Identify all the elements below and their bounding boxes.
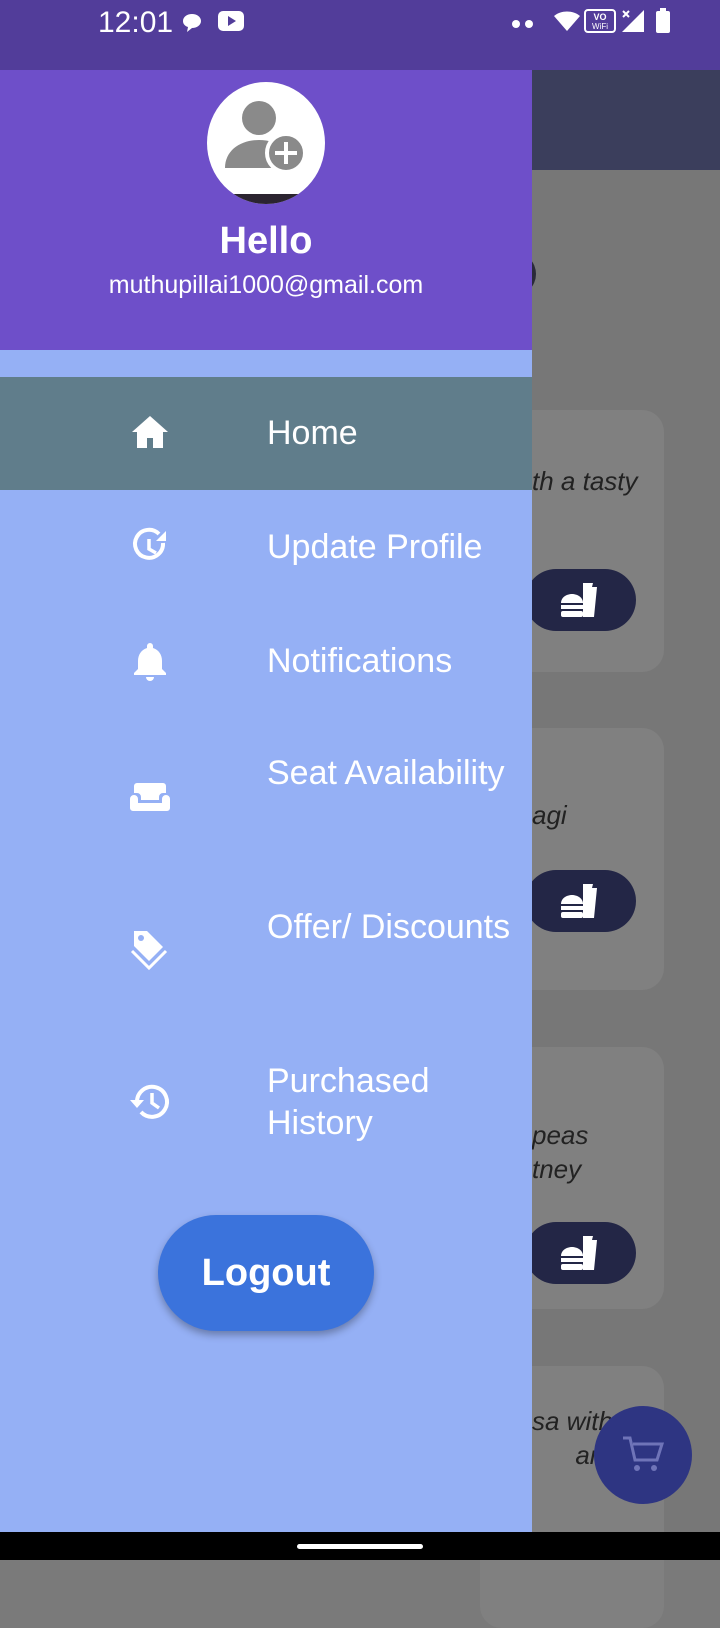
- home-handle[interactable]: [297, 1544, 423, 1549]
- signal-icon: [620, 9, 646, 38]
- svg-text:VO: VO: [593, 12, 606, 22]
- background-card-text: peas tney: [532, 1120, 589, 1184]
- menu-item-label: Seat Availability: [267, 754, 505, 792]
- add-food-button[interactable]: [525, 569, 636, 631]
- vowifi-icon: VO WiFi: [584, 9, 616, 38]
- avatar[interactable]: [207, 82, 325, 204]
- navigation-drawer: Hello muthupillai1000@gmail.com Home Upd…: [0, 70, 532, 1532]
- youtube-icon: [217, 10, 245, 37]
- menu-item-offers[interactable]: Offer/ Discounts: [0, 872, 532, 1026]
- logout-button[interactable]: Logout: [158, 1215, 374, 1331]
- menu-item-label: Update Profile: [267, 528, 483, 566]
- user-email: muthupillai1000@gmail.com: [108, 271, 424, 299]
- battery-icon: [655, 8, 671, 39]
- wifi-icon: [553, 9, 581, 38]
- menu-item-label: Notifications: [267, 642, 453, 680]
- dots-icon: [511, 16, 535, 34]
- update-icon: [133, 527, 166, 560]
- background-card-text: th a tasty: [532, 466, 638, 496]
- status-bar: 12:01 VO WiFi: [0, 0, 720, 70]
- add-food-button[interactable]: [525, 870, 636, 932]
- drawer-header: Hello muthupillai1000@gmail.com: [0, 70, 532, 350]
- greeting-text: Hello: [219, 220, 313, 262]
- status-time: 12:01: [98, 6, 174, 39]
- background-card-text: agi: [532, 800, 567, 830]
- svg-text:WiFi: WiFi: [592, 22, 608, 31]
- tag-icon: [130, 931, 168, 971]
- add-food-button[interactable]: [525, 1222, 636, 1284]
- menu-item-purchased-history[interactable]: Purchased History: [0, 1026, 532, 1180]
- bell-icon: [134, 643, 166, 681]
- fastfood-icon: [561, 1236, 597, 1270]
- avatar-shade: [207, 194, 325, 204]
- history-icon: [130, 1084, 169, 1119]
- menu-item-label: Home: [267, 414, 358, 452]
- system-nav-bar: [0, 1532, 720, 1560]
- fastfood-icon: [561, 583, 597, 617]
- menu-item-label: Purchased History: [267, 1062, 430, 1142]
- add-person-icon: [225, 101, 307, 174]
- menu-item-home[interactable]: Home: [0, 377, 532, 490]
- background-app-bar: [532, 70, 720, 170]
- cart-icon: [623, 1436, 665, 1471]
- menu-item-seat-availability[interactable]: Seat Availability: [0, 718, 532, 872]
- home-icon: [132, 416, 168, 448]
- chat-bubble-icon: [181, 12, 203, 39]
- sofa-icon: [130, 783, 170, 811]
- fastfood-icon: [561, 884, 597, 918]
- menu-item-notifications[interactable]: Notifications: [0, 604, 532, 718]
- menu-item-label: Offer/ Discounts: [267, 908, 511, 946]
- menu-item-update-profile[interactable]: Update Profile: [0, 490, 532, 604]
- cart-fab[interactable]: [594, 1406, 692, 1504]
